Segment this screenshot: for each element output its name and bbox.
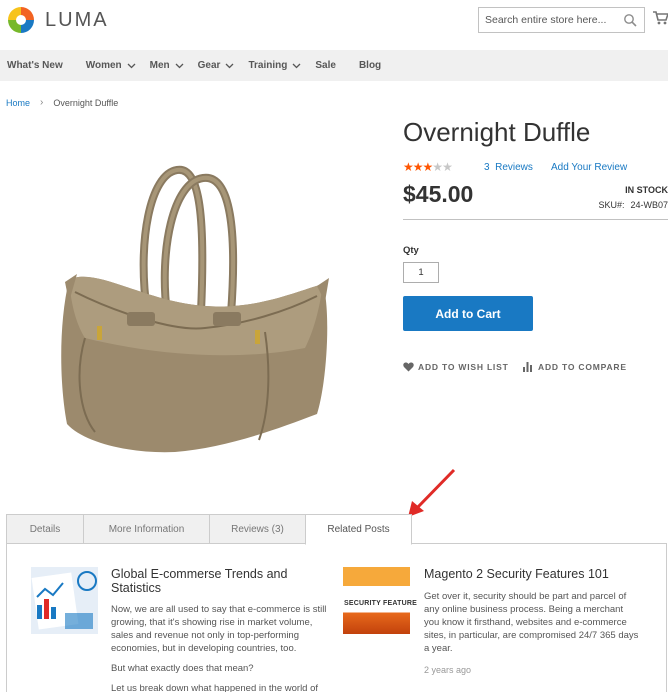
add-to-compare-link[interactable]: ADD TO COMPARE [523, 362, 627, 372]
product-image[interactable] [55, 162, 335, 454]
nav-item-label: Gear [197, 60, 221, 71]
add-to-wishlist-link[interactable]: ADD TO WISH LIST [403, 362, 509, 372]
nav-item-label: Blog [358, 60, 382, 71]
nav-item-blog[interactable]: Blog [359, 50, 381, 81]
star-empty-icon: ★ [432, 160, 443, 174]
tab-reviews[interactable]: Reviews (3) [209, 514, 305, 544]
search-icon[interactable] [623, 13, 637, 27]
sku-label: SKU#: [598, 200, 625, 210]
add-to-cart-button[interactable]: Add to Cart [403, 296, 533, 331]
product-tabs: Details More Information Reviews (3) Rel… [6, 514, 412, 545]
tab-related-posts[interactable]: Related Posts [305, 514, 412, 545]
post-thumbnail[interactable]: SECURITY FEATURE [343, 567, 417, 634]
search-box[interactable] [478, 7, 645, 33]
product-title: Overnight Duffle [403, 117, 591, 147]
chevron-down-icon [292, 63, 301, 69]
nav-item-label: What's New [7, 60, 63, 71]
cart-icon[interactable] [653, 10, 668, 26]
post-excerpt: But what exactly does that mean? [111, 663, 254, 674]
sku-value: 24-WB07 [630, 200, 668, 210]
tab-label: Related Posts [327, 524, 390, 535]
post-excerpt: Now, we are all used to say that e-comme… [111, 604, 327, 654]
tab-label: Details [29, 523, 61, 535]
breadcrumb-home-link[interactable]: Home [6, 98, 30, 108]
nav-item-label: Men [149, 60, 170, 71]
breadcrumb-separator: › [40, 97, 44, 108]
star-filled-icon: ★ [422, 160, 434, 174]
luma-logo[interactable]: LUMA [6, 5, 109, 35]
star-filled-icon: ★ [412, 160, 424, 174]
reviews-link[interactable]: 3 Reviews [484, 162, 533, 173]
luma-logo-icon [8, 7, 34, 33]
breadcrumb-current: Overnight Duffle [53, 97, 119, 108]
search-input[interactable] [479, 8, 619, 32]
stock-status: IN STOCK [625, 185, 668, 195]
nav-item-men[interactable]: Men [150, 50, 184, 81]
star-filled-icon: ★ [403, 160, 414, 174]
chevron-down-icon [127, 63, 136, 69]
chevron-down-icon [225, 63, 234, 69]
post-thumbnail[interactable] [31, 567, 98, 634]
heart-icon [403, 362, 414, 372]
post-title[interactable]: Global E-commerse Trends and Statistics [111, 567, 326, 595]
post-title[interactable]: Magento 2 Security Features 101 [424, 567, 664, 581]
logo-text: LUMA [45, 8, 109, 31]
product-price: $45.00 [403, 181, 474, 207]
post-excerpt: Get over it, security should be part and… [424, 591, 639, 654]
chevron-down-icon [175, 63, 184, 69]
nav-item-label: Training [248, 60, 288, 71]
tab-label: Reviews (3) [231, 523, 284, 535]
tab-more-information[interactable]: More Information [83, 514, 209, 544]
nav-item-gear[interactable]: Gear [198, 50, 235, 81]
post-thumbnail-caption: SECURITY FEATURE [344, 600, 417, 607]
tab-details[interactable]: Details [6, 514, 83, 544]
nav-item-training[interactable]: Training [248, 50, 301, 81]
wishlist-label: ADD TO WISH LIST [418, 362, 509, 372]
compare-label: ADD TO COMPARE [538, 362, 627, 372]
nav-item-whats-new[interactable]: What's New [7, 50, 63, 81]
tab-label: More Information [108, 523, 185, 535]
star-empty-icon: ★ [442, 160, 453, 174]
divider [403, 219, 668, 220]
qty-label: Qty [403, 245, 419, 256]
post-date: 2 years ago [424, 665, 472, 675]
main-nav: What's New Women Men Gear Training Sale … [0, 50, 668, 81]
nav-item-women[interactable]: Women [86, 50, 136, 81]
qty-input[interactable] [403, 262, 439, 283]
nav-item-label: Women [85, 60, 122, 71]
nav-item-label: Sale [315, 60, 336, 71]
site-header: LUMA [0, 0, 668, 50]
add-review-link[interactable]: Add Your Review [551, 162, 627, 173]
post-excerpt: Let us break down what happened in the w… [111, 683, 319, 692]
rating-stars: ★ ★ ★ ★ ★ [403, 160, 453, 174]
bar-chart-icon [523, 362, 532, 372]
nav-item-sale[interactable]: Sale [315, 50, 336, 81]
product-sku: SKU#: 24-WB07 [598, 200, 668, 210]
breadcrumb: Home › Overnight Duffle [6, 97, 118, 108]
